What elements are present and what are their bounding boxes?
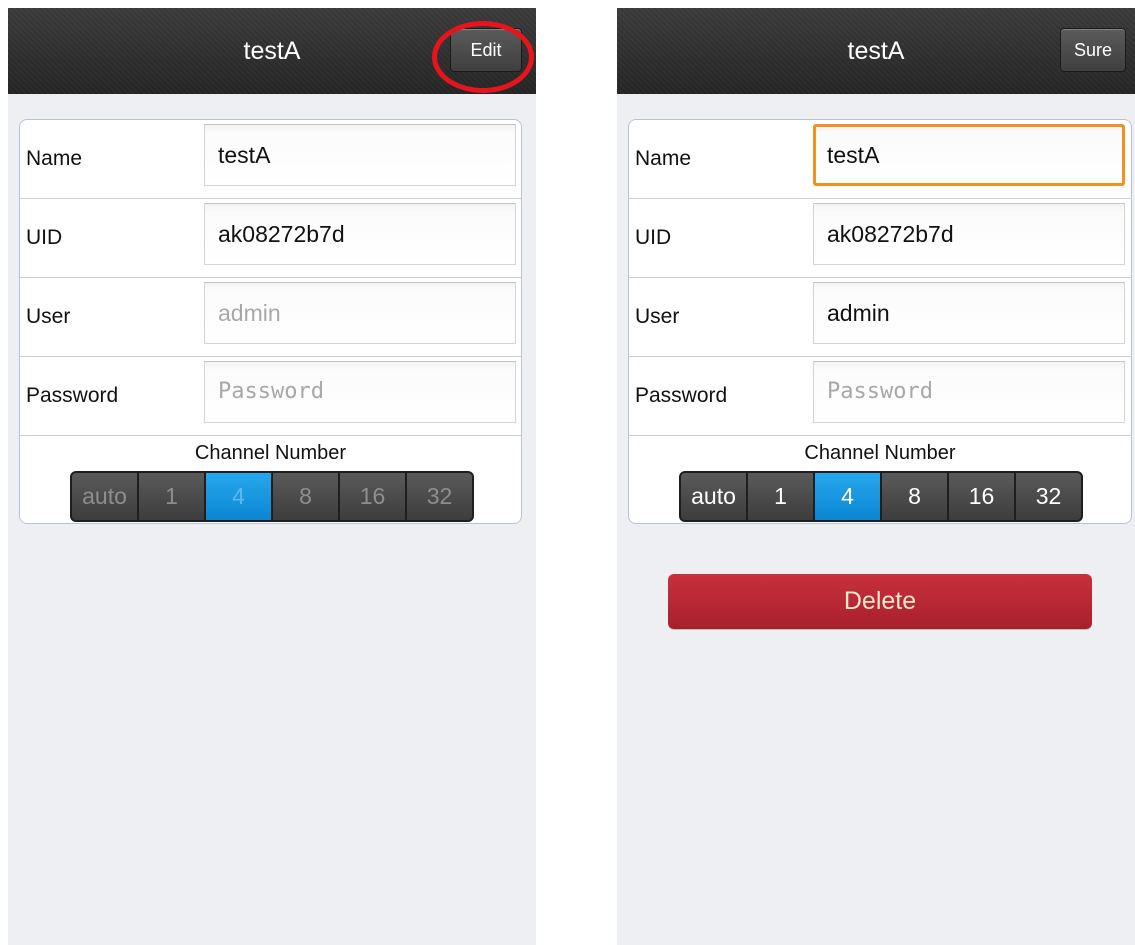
password-row: Password Password (20, 357, 521, 436)
user-input[interactable]: admin (813, 282, 1125, 344)
channel-segmented-control: auto 1 4 8 16 32 (70, 471, 474, 522)
uid-label: UID (26, 226, 63, 249)
password-label: Password (635, 384, 728, 407)
top-bar: testA Edit (8, 8, 536, 94)
channel-option-4[interactable]: 4 (815, 473, 880, 520)
edit-button[interactable]: Edit (450, 28, 522, 72)
user-field: admin (204, 282, 516, 344)
top-bar: testA Sure (617, 8, 1135, 94)
channel-option-auto[interactable]: auto (681, 473, 746, 520)
channel-option-32[interactable]: 32 (1016, 473, 1081, 520)
delete-button[interactable]: Delete (668, 574, 1092, 629)
device-form-card: Name testA UID ak08272b7d User admin Pas… (628, 119, 1132, 524)
channel-option-16: 16 (340, 473, 405, 520)
name-input[interactable]: testA (813, 124, 1125, 186)
uid-row: UID ak08272b7d (20, 199, 521, 278)
channel-option-8[interactable]: 8 (882, 473, 947, 520)
channel-option-4: 4 (206, 473, 271, 520)
device-view-screen: testA Edit Name testA UID ak08272b7d Use… (8, 8, 536, 945)
page-title: testA (847, 37, 905, 65)
name-row: Name testA (629, 120, 1131, 199)
user-label: User (635, 305, 680, 328)
password-input[interactable]: Password (813, 361, 1125, 423)
channel-segmented-control: auto 1 4 8 16 32 (679, 471, 1083, 522)
channel-option-1[interactable]: 1 (748, 473, 813, 520)
sure-button[interactable]: Sure (1060, 28, 1126, 72)
name-row: Name testA (20, 120, 521, 199)
uid-input[interactable]: ak08272b7d (813, 203, 1125, 265)
password-row: Password Password (629, 357, 1131, 436)
uid-row: UID ak08272b7d (629, 199, 1131, 278)
password-label: Password (26, 384, 119, 407)
device-form-card: Name testA UID ak08272b7d User admin Pas… (19, 119, 522, 524)
channel-number-label: Channel Number (804, 442, 956, 464)
uid-label: UID (635, 226, 672, 249)
channel-option-32: 32 (407, 473, 472, 520)
user-row: User admin (20, 278, 521, 357)
channel-option-8: 8 (273, 473, 338, 520)
channel-option-16[interactable]: 16 (949, 473, 1014, 520)
name-label: Name (26, 147, 83, 170)
channel-option-auto: auto (72, 473, 137, 520)
user-row: User admin (629, 278, 1131, 357)
uid-field: ak08272b7d (204, 203, 516, 265)
device-edit-screen: testA Sure Name testA UID ak08272b7d Use… (617, 8, 1135, 945)
password-field: Password (204, 361, 516, 423)
name-field: testA (204, 124, 516, 186)
channel-number-label: Channel Number (194, 442, 347, 464)
user-label: User (26, 305, 71, 328)
channel-option-1: 1 (139, 473, 204, 520)
name-label: Name (635, 147, 692, 170)
